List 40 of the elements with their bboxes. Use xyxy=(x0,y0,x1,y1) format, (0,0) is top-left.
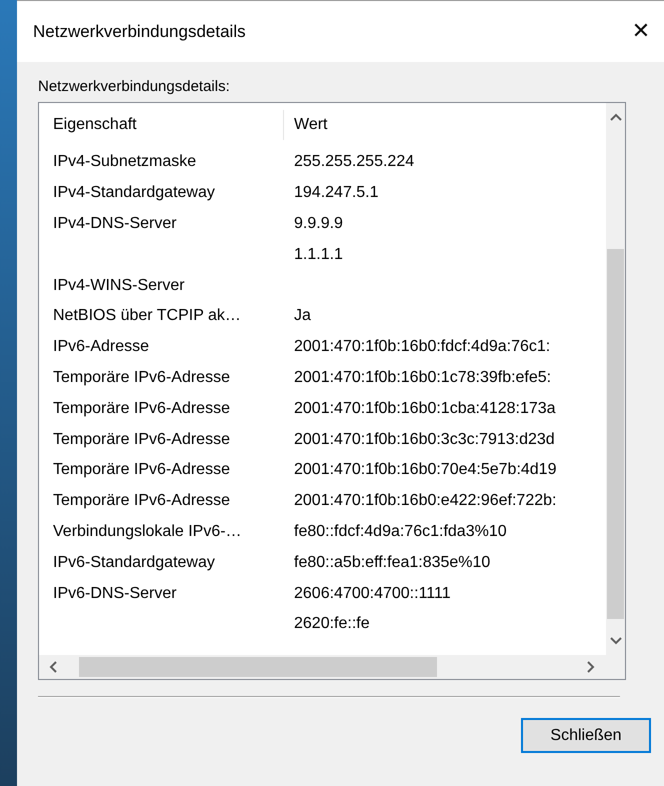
property-cell: Temporäre IPv6-Adresse xyxy=(53,461,230,478)
value-cell: 2001:470:1f0b:16b0:e422:96ef:722b: xyxy=(294,492,556,510)
value-cell: 2606:4700:4700::1111 xyxy=(294,584,451,602)
window-title: Netzwerkverbindungsdetails xyxy=(33,22,246,42)
property-cell: IPv4-DNS-Server xyxy=(53,214,177,232)
scroll-left-icon[interactable] xyxy=(49,661,57,673)
value-cell: fe80::a5b:eff:fea1:835e%10 xyxy=(294,554,490,571)
property-cell: IPv4-Standardgateway xyxy=(53,184,215,202)
scroll-down-icon[interactable] xyxy=(610,637,622,645)
value-cell: 2620:fe::fe xyxy=(294,615,370,632)
property-cell: Temporäre IPv6-Adresse xyxy=(53,430,230,448)
property-cell: Temporäre IPv6-Adresse xyxy=(53,492,230,510)
value-cell: 1.1.1.1 xyxy=(294,246,343,263)
close-dialog-button[interactable]: Schließen xyxy=(521,718,651,753)
property-cell: Verbindungslokale IPv6-… xyxy=(53,522,242,540)
scroll-right-icon[interactable] xyxy=(587,661,595,673)
property-cell: IPv6-Standardgateway xyxy=(53,554,215,571)
value-cell: 2001:470:1f0b:16b0:fdcf:4d9a:76c1: xyxy=(294,338,550,356)
property-cell: NetBIOS über TCPIP ak… xyxy=(53,307,241,324)
property-cell: Temporäre IPv6-Adresse xyxy=(53,368,230,386)
value-cell: 2001:470:1f0b:16b0:1c78:39fb:efe5: xyxy=(294,368,552,386)
close-button[interactable]: ✕ xyxy=(618,8,664,54)
vertical-scrollbar[interactable] xyxy=(606,103,625,655)
property-cell: IPv4-Subnetzmaske xyxy=(53,153,196,170)
property-cell: IPv6-DNS-Server xyxy=(53,584,177,602)
value-cell: 2001:470:1f0b:16b0:70e4:5e7b:4d19 xyxy=(294,461,556,478)
property-cell: Temporäre IPv6-Adresse xyxy=(53,400,230,417)
value-cell: Ja xyxy=(294,307,311,324)
value-cell: 255.255.255.224 xyxy=(294,153,414,170)
column-header[interactable]: Eigenschaft xyxy=(53,110,284,140)
property-cell: IPv6-Adresse xyxy=(53,338,150,356)
value-cell: fe80::fdcf:4d9a:76c1:fda3%10 xyxy=(294,522,507,540)
value-cell: 194.247.5.1 xyxy=(294,184,379,202)
scroll-up-icon[interactable] xyxy=(610,113,622,121)
column-header[interactable]: Wert xyxy=(294,116,328,134)
group-label: Netzwerkverbindungsdetails: xyxy=(38,78,230,95)
property-cell: IPv4-WINS-Server xyxy=(53,276,185,294)
value-cell: 9.9.9.9 xyxy=(294,214,343,232)
value-cell: 2001:470:1f0b:16b0:3c3c:7913:d23d xyxy=(294,430,555,448)
value-cell: 2001:470:1f0b:16b0:1cba:4128:173a xyxy=(294,400,556,417)
